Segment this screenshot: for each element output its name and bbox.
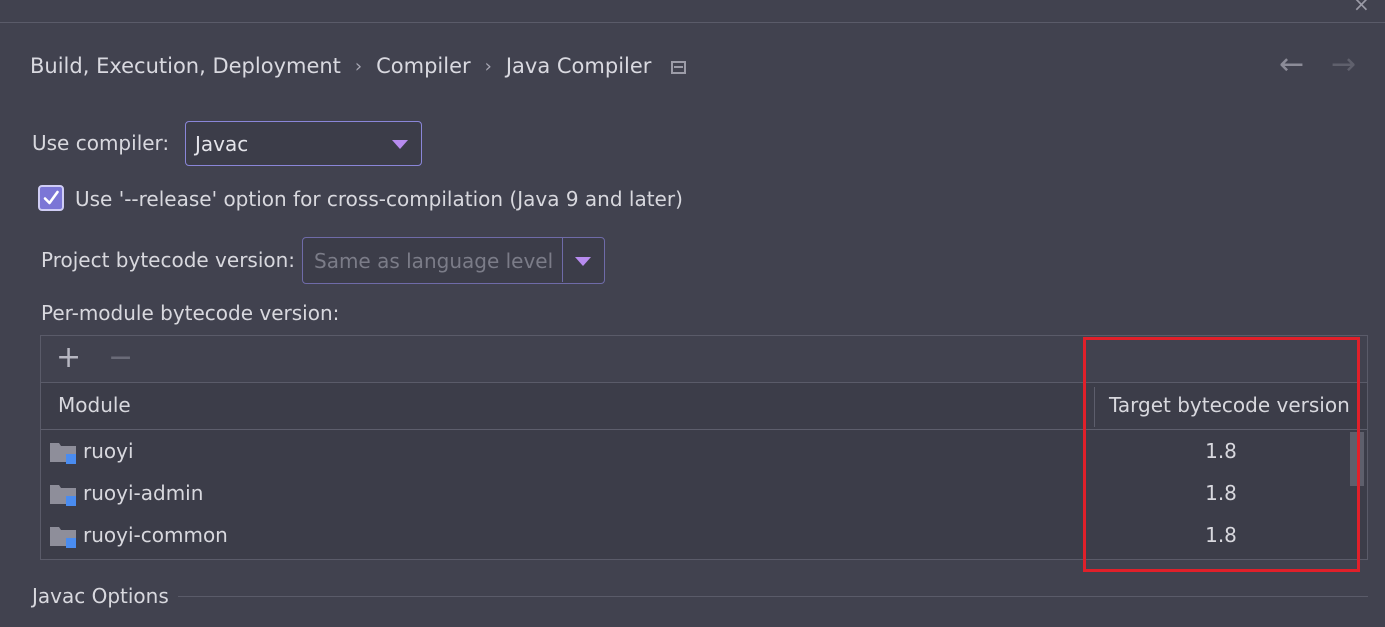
release-option-checkbox[interactable] [38,185,64,211]
java-compiler-settings: × Build, Execution, Deployment › Compile… [0,0,1385,627]
project-bytecode-label: Project bytecode version: [41,248,296,272]
forward-arrow-icon: → [1331,47,1357,82]
use-compiler-label: Use compiler: [32,131,170,155]
remove-icon: − [108,340,134,375]
module-name: ruoyi [83,439,134,463]
compiler-select[interactable]: Javac [185,121,422,166]
breadcrumb-separator: › [354,55,363,77]
section-divider [178,596,1368,597]
chevron-down-icon [392,140,408,149]
project-bytecode-placeholder: Same as language level [314,249,554,273]
project-bytecode-select[interactable]: Same as language level [302,237,605,284]
annotation-highlight-box [1083,337,1360,572]
checkmark-icon [43,190,59,205]
module-name: ruoyi-admin [83,481,204,505]
breadcrumb: Build, Execution, Deployment › Compiler … [30,52,687,80]
column-header-module[interactable]: Module [58,393,131,417]
per-module-label: Per-module bytecode version: [41,301,340,325]
breadcrumb-item-compiler[interactable]: Compiler [376,54,471,78]
breadcrumb-item-build[interactable]: Build, Execution, Deployment [30,54,341,78]
module-folder-icon [50,443,76,464]
breadcrumb-item-java-compiler: Java Compiler [505,54,652,78]
breadcrumb-separator: › [484,55,492,77]
javac-options-label: Javac Options [32,584,169,608]
window-icon[interactable] [671,60,687,74]
add-icon[interactable]: + [56,343,81,373]
module-name: ruoyi-common [83,523,228,547]
close-icon[interactable]: × [1353,0,1370,16]
module-folder-icon [50,527,76,548]
chevron-down-icon[interactable] [575,257,591,266]
module-folder-icon [50,485,76,506]
compiler-select-value: Javac [195,132,249,156]
select-divider [562,238,563,282]
top-divider [0,22,1385,23]
back-arrow-icon[interactable]: ← [1279,48,1304,82]
release-option-label[interactable]: Use '--release' option for cross-compila… [75,187,683,211]
